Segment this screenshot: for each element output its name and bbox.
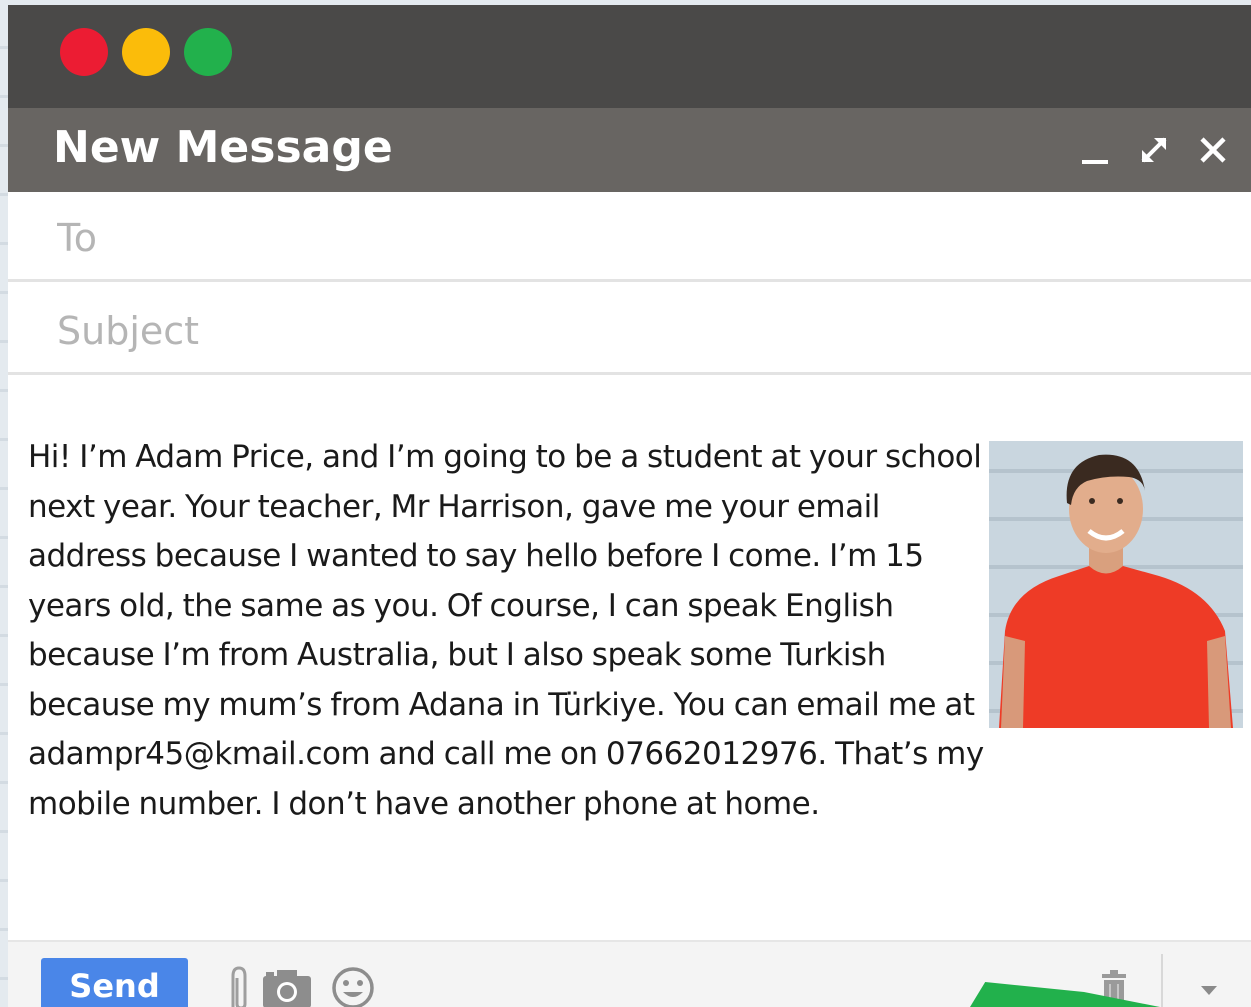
expand-icon[interactable]: [1134, 130, 1174, 170]
window-titlebar: [8, 5, 1251, 108]
close-icon[interactable]: [1193, 130, 1233, 170]
smiley-icon[interactable]: [327, 964, 379, 1007]
toolbar-divider: [1161, 954, 1163, 1007]
message-body[interactable]: Hi! I’m Adam Price, and I’m going to be …: [28, 433, 993, 829]
send-button[interactable]: Send: [41, 958, 188, 1007]
camera-icon[interactable]: [261, 964, 313, 1007]
zoom-window-button[interactable]: [184, 28, 232, 76]
compose-header: New Message: [8, 108, 1251, 192]
sender-photo: [989, 441, 1243, 728]
to-field-row: [8, 192, 1251, 282]
subject-field-row: [8, 285, 1251, 375]
paperclip-icon[interactable]: [211, 964, 263, 1007]
chevron-down-icon[interactable]: [1183, 964, 1235, 1007]
compose-window: New Message Hi! I’m Adam Price, and I’m …: [8, 5, 1251, 1007]
minimize-icon[interactable]: [1076, 130, 1116, 170]
minimize-window-button[interactable]: [122, 28, 170, 76]
subject-input[interactable]: [55, 303, 1209, 359]
compose-title: New Message: [53, 122, 393, 173]
to-input[interactable]: [55, 210, 1209, 266]
close-window-button[interactable]: [60, 28, 108, 76]
